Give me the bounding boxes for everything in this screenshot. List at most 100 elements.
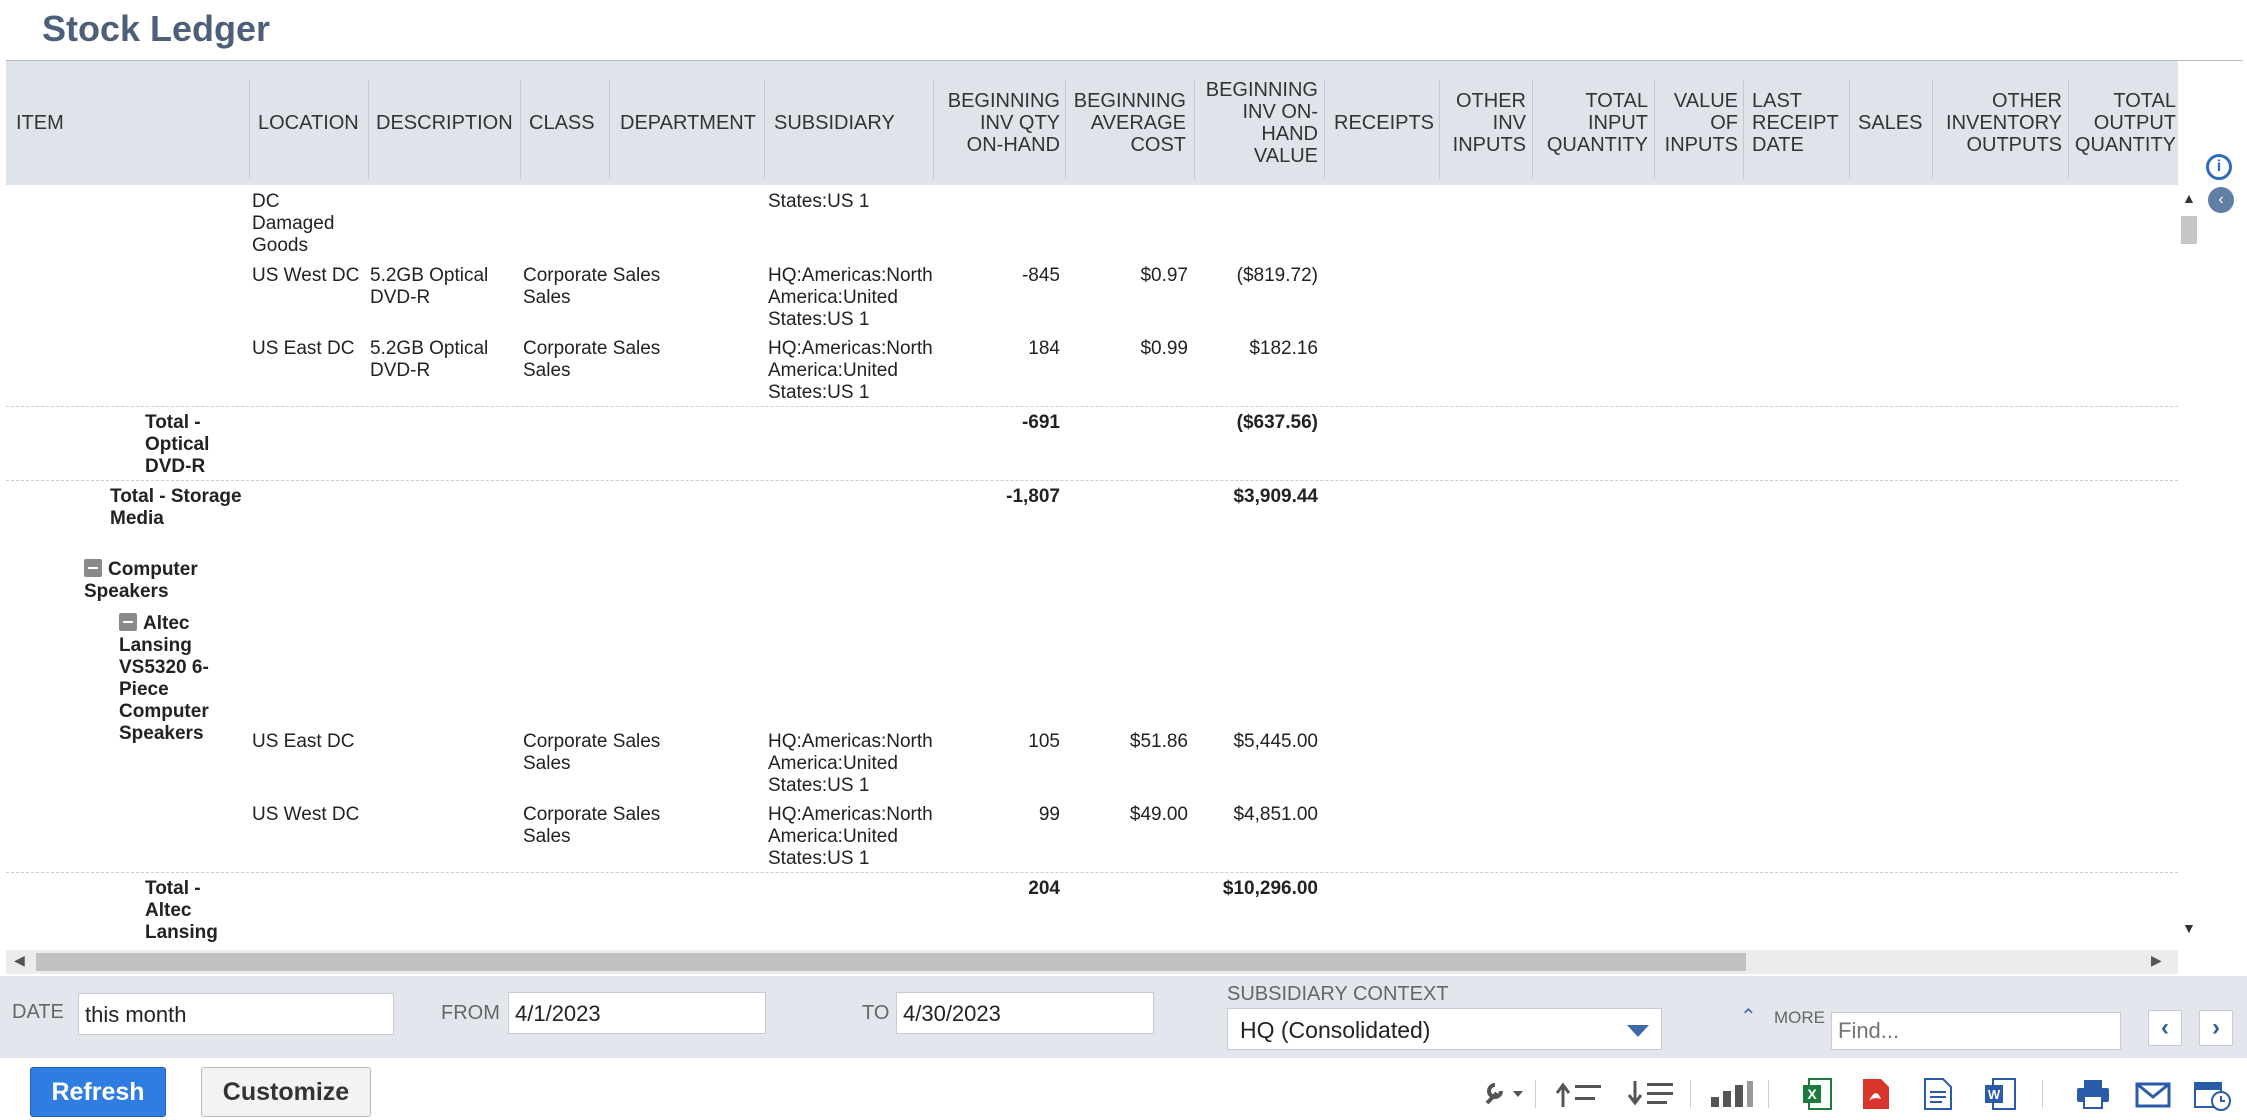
cell-avg-cost: $49.00 <box>1129 804 1188 825</box>
column-divider[interactable] <box>764 79 765 179</box>
row-divider <box>6 480 2178 481</box>
column-divider[interactable] <box>1065 79 1066 179</box>
scroll-right-arrow-icon[interactable]: ▶ <box>2151 952 2162 969</box>
column-divider[interactable] <box>1532 79 1533 179</box>
cell-class: Corporate Sales Sales <box>523 731 661 774</box>
toolbar-divider <box>1690 1080 1691 1108</box>
subsidiary-context-select[interactable]: HQ (Consolidated) <box>1227 1008 1662 1050</box>
cell-location: US West DC <box>252 804 360 825</box>
collapse-icon[interactable] <box>119 613 137 631</box>
from-date-field[interactable]: 4/1/2023 <box>508 992 766 1034</box>
col-header-subsidiary[interactable]: SUBSIDIARY <box>768 61 928 185</box>
col-header-item[interactable]: ITEM <box>10 61 250 185</box>
export-word-icon[interactable]: W <box>1982 1077 2018 1111</box>
refresh-button[interactable]: Refresh <box>30 1067 166 1117</box>
more-toggle[interactable]: MORE <box>1774 1008 1825 1028</box>
group-row-altec-lansing[interactable]: Altec Lansing VS5320 6-Piece Computer Sp… <box>119 591 245 745</box>
col-header-receipts[interactable]: RECEIPTS <box>1328 61 1442 185</box>
col-header-class[interactable]: CLASS <box>523 61 613 185</box>
svg-text:X: X <box>1807 1086 1817 1102</box>
horizontal-scroll-thumb[interactable] <box>36 953 1746 971</box>
cell-avg-cost: $51.86 <box>1129 731 1188 752</box>
cell-item-total: Total - Storage Media <box>110 486 242 529</box>
column-divider[interactable] <box>2068 79 2069 179</box>
info-icon[interactable]: i <box>2206 154 2232 180</box>
cell-value: ($819.72) <box>1236 265 1318 286</box>
column-divider[interactable] <box>520 79 521 179</box>
find-next-button[interactable]: › <box>2199 1010 2233 1046</box>
cell-qty: 105 <box>1028 731 1060 752</box>
col-header-beginning-value[interactable]: BEGINNING INV ON-HAND VALUE <box>1196 61 1324 185</box>
col-header-other-inv-inputs[interactable]: OTHER INV INPUTS <box>1442 61 1532 185</box>
date-field[interactable]: this month <box>78 993 394 1035</box>
collapse-panel-icon[interactable]: ‹ <box>2208 187 2234 213</box>
collapse-up-icon[interactable]: ⌃ <box>1740 1004 1757 1029</box>
settings-wrench-icon[interactable] <box>1480 1077 1526 1111</box>
cell-item-total: Total - Altec Lansing <box>145 878 218 943</box>
column-divider[interactable] <box>1743 79 1744 179</box>
filter-bar: DATE this month FROM 4/1/2023 TO 4/30/20… <box>0 976 2247 1058</box>
col-header-sales[interactable]: SALES <box>1852 61 1932 185</box>
column-divider[interactable] <box>368 79 369 179</box>
toolbar-divider <box>1535 1080 1536 1108</box>
cell-subsidiary: States:US 1 <box>768 191 870 212</box>
cell-qty: 204 <box>1028 878 1060 899</box>
column-divider[interactable] <box>1654 79 1655 179</box>
export-pdf-icon[interactable] <box>1858 1077 1892 1111</box>
customize-button[interactable]: Customize <box>201 1067 371 1117</box>
svg-text:W: W <box>1988 1087 2001 1102</box>
col-header-other-inventory-outputs[interactable]: OTHER INVENTORY OUTPUTS <box>1934 61 2068 185</box>
schedule-icon[interactable] <box>2192 1077 2232 1111</box>
cell-subsidiary: HQ:Americas:North America:United States:… <box>768 731 933 796</box>
group-label: Altec Lansing VS5320 6-Piece Computer Sp… <box>119 613 209 744</box>
print-icon[interactable] <box>2074 1077 2112 1111</box>
col-header-value-of-inputs[interactable]: VALUE OF INPUTS <box>1656 61 1744 185</box>
collapse-icon[interactable] <box>84 559 102 577</box>
cell-description: 5.2GB Optical DVD-R <box>370 338 489 381</box>
column-divider[interactable] <box>1932 79 1933 179</box>
chart-icon[interactable] <box>1706 1077 1756 1111</box>
column-divider[interactable] <box>933 79 934 179</box>
cell-qty: 99 <box>1038 804 1060 825</box>
column-divider[interactable] <box>1324 79 1325 179</box>
find-input[interactable] <box>1831 1012 2121 1050</box>
cell-class: Corporate Sales Sales <box>523 338 661 381</box>
table-header: ITEM LOCATION DESCRIPTION CLASS DEPARTME… <box>6 61 2178 185</box>
cell-class: Corporate Sales Sales <box>523 265 661 308</box>
collapse-all-icon[interactable] <box>1554 1077 1604 1111</box>
col-header-beginning-avg-cost[interactable]: BEGINNING AVERAGE COST <box>1068 61 1192 185</box>
export-excel-icon[interactable]: X <box>1800 1077 1834 1111</box>
col-header-description[interactable]: DESCRIPTION <box>370 61 520 185</box>
from-label: FROM <box>441 1002 500 1024</box>
date-label: DATE <box>12 1001 64 1023</box>
col-header-location[interactable]: LOCATION <box>252 61 372 185</box>
cell-value: $4,851.00 <box>1233 804 1318 825</box>
subsidiary-context-label: SUBSIDIARY CONTEXT <box>1227 983 1449 1005</box>
vertical-scrollbar[interactable]: ▲ ▼ <box>2178 188 2200 940</box>
col-header-beginning-qty[interactable]: BEGINNING INV QTY ON-HAND <box>936 61 1066 185</box>
cell-location: DC Damaged Goods <box>252 191 335 256</box>
expand-all-icon[interactable] <box>1626 1077 1676 1111</box>
email-icon[interactable] <box>2134 1077 2172 1111</box>
to-date-field[interactable]: 4/30/2023 <box>896 992 1154 1034</box>
col-header-total-output-qty[interactable]: TOTAL OUTPUT QUANTITY <box>2070 61 2178 185</box>
chevron-down-icon[interactable] <box>1627 1025 1649 1037</box>
column-divider[interactable] <box>1194 79 1195 179</box>
column-divider[interactable] <box>249 79 250 179</box>
col-header-last-receipt-date[interactable]: LAST RECEIPT DATE <box>1746 61 1846 185</box>
scroll-left-arrow-icon[interactable]: ◀ <box>14 952 25 969</box>
column-divider[interactable] <box>1849 79 1850 179</box>
scroll-down-arrow-icon[interactable]: ▼ <box>2182 920 2196 936</box>
scroll-up-arrow-icon[interactable]: ▲ <box>2182 190 2196 206</box>
column-divider[interactable] <box>609 79 610 179</box>
subsidiary-context-value: HQ (Consolidated) <box>1240 1017 1431 1043</box>
vertical-scroll-thumb[interactable] <box>2181 216 2197 244</box>
toolbar-divider <box>1768 1080 1769 1108</box>
horizontal-scrollbar[interactable]: ◀ ▶ <box>6 950 2178 974</box>
col-header-total-input-qty[interactable]: TOTAL INPUT QUANTITY <box>1534 61 1654 185</box>
col-header-department[interactable]: DEPARTMENT <box>614 61 764 185</box>
find-previous-button[interactable]: ‹ <box>2148 1010 2182 1046</box>
column-divider[interactable] <box>1439 79 1440 179</box>
cell-location: US West DC <box>252 265 360 286</box>
export-csv-icon[interactable] <box>1920 1077 1954 1111</box>
